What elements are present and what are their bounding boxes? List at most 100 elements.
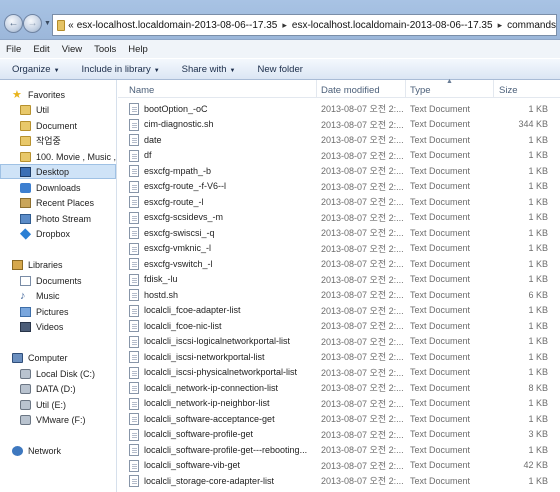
table-row[interactable]: bootOption_-oC 2013-08-07 오전 2:... Text Do… (118, 101, 560, 117)
text-document-icon (129, 351, 139, 363)
column-divider[interactable] (316, 80, 317, 98)
back-button[interactable]: ← (4, 14, 23, 33)
organize-button[interactable]: Organize ▼ (12, 64, 60, 75)
navigation-pane: ★ Favorites Util Document 작업중 100. Movie … (0, 80, 117, 492)
column-header-date[interactable]: Date modified (321, 85, 380, 96)
table-row[interactable]: localcli_network-ip-neighbor-list 2013-08… (118, 396, 560, 412)
address-bar[interactable]: « esx-localhost.localdomain-2013-08-06--… (52, 14, 557, 36)
file-name: localcli_software-profile-get---rebootin… (144, 444, 308, 455)
file-size: 1 KB (528, 305, 548, 316)
table-row[interactable]: localcli_storage-core-adapter-list 2013-0… (118, 473, 560, 489)
table-row[interactable]: esxcfg-mpath_-b 2013-08-07 오전 2:... Text D… (118, 163, 560, 179)
table-row[interactable]: esxcfg-route_-l 2013-08-07 오전 2:... Text D… (118, 194, 560, 210)
table-row[interactable]: esxcfg-vswitch_-l 2013-08-07 오전 2:... Text… (118, 256, 560, 272)
new-folder-button[interactable]: New folder (257, 64, 302, 75)
breadcrumb-separator-icon[interactable]: ▸ (496, 20, 505, 31)
breadcrumb-1[interactable]: esx-localhost.localdomain-2013-08-06--17… (77, 20, 278, 31)
file-type: Text Document (410, 119, 471, 130)
table-row[interactable]: localcli_iscsi-networkportal-list 2013-08… (118, 349, 560, 365)
file-name: esxcfg-route_-l (144, 196, 204, 207)
table-row[interactable]: date 2013-08-07 오전 2:... Text Document 1 KB (118, 132, 560, 148)
forward-button[interactable]: → (23, 14, 42, 33)
documents-icon (20, 275, 31, 286)
table-row[interactable]: cim-diagnostic.sh 2013-08-07 오전 2:... Text… (118, 117, 560, 133)
breadcrumb-3[interactable]: commands (507, 20, 556, 31)
file-date-modified: 2013-08-07 오전 2:... (321, 181, 404, 192)
column-divider[interactable] (493, 80, 494, 98)
libraries-header[interactable]: Libraries (12, 257, 128, 272)
sidebar-item-desktop[interactable]: Desktop (0, 164, 116, 179)
file-date-modified: 2013-08-07 오전 2:... (321, 336, 404, 347)
share-with-button[interactable]: Share with ▼ (182, 64, 236, 75)
table-row[interactable]: esxcfg-swiscsi_-q 2013-08-07 오전 2:... Text… (118, 225, 560, 241)
breadcrumb-separator-icon[interactable]: ▸ (280, 20, 289, 31)
file-name: esxcfg-mpath_-b (144, 165, 212, 176)
table-row[interactable]: localcli_iscsi-physicalnetworkportal-lis… (118, 365, 560, 381)
table-row[interactable]: localcli_software-vib-get 2013-08-07 오전 2… (118, 458, 560, 474)
table-row[interactable]: localcli_software-acceptance-get 2013-08-… (118, 411, 560, 427)
column-header-type[interactable]: Type (410, 85, 431, 96)
file-type: Text Document (410, 196, 471, 207)
table-row[interactable]: localcli_fcoe-nic-list 2013-08-07 오전 2:..… (118, 318, 560, 334)
file-type: Text Document (410, 289, 471, 300)
menu-bar: File Edit View Tools Help (0, 40, 560, 58)
file-name: esxcfg-route_-f-V6--l (144, 181, 227, 192)
file-name: fdisk_-lu (144, 274, 178, 285)
menu-view[interactable]: View (62, 44, 82, 55)
menu-help[interactable]: Help (128, 44, 148, 55)
table-row[interactable]: fdisk_-lu 2013-08-07 오전 2:... Text Documen… (118, 272, 560, 288)
computer-header[interactable]: Computer (12, 350, 128, 365)
menu-edit[interactable]: Edit (33, 44, 49, 55)
include-in-library-button[interactable]: Include in library ▼ (82, 64, 160, 75)
file-name: localcli_storage-core-adapter-list (144, 475, 275, 486)
table-row[interactable]: esxcfg-vmknic_-l 2013-08-07 오전 2:... Text … (118, 241, 560, 257)
command-toolbar: Organize ▼ Include in library ▼ Share with… (0, 58, 560, 80)
table-row[interactable]: esxcfg-route_-f-V6--l 2013-08-07 오전 2:...… (118, 179, 560, 195)
menu-file[interactable]: File (6, 44, 21, 55)
table-row[interactable]: localcli_network-ip-connection-list 2013-… (118, 380, 560, 396)
favorites-header[interactable]: ★ Favorites (12, 87, 128, 102)
file-size: 1 KB (528, 336, 548, 347)
file-date-modified: 2013-08-07 오전 2:... (321, 212, 404, 223)
column-header-name[interactable]: Name (129, 85, 154, 96)
file-name: localcli_software-profile-get (144, 429, 254, 440)
chevron-down-icon: ▼ (53, 67, 60, 74)
table-row[interactable]: esxcfg-scsidevs_-m 2013-08-07 오전 2:... Tex… (118, 210, 560, 226)
file-size: 1 KB (528, 320, 548, 331)
menu-tools[interactable]: Tools (94, 44, 116, 55)
table-row[interactable]: df 2013-08-07 오전 2:... Text Document 1 KB (118, 148, 560, 164)
videos-icon (20, 321, 31, 332)
column-divider[interactable] (405, 80, 406, 98)
file-size: 1 KB (528, 413, 548, 424)
table-row[interactable]: localcli_iscsi-logicalnetworkportal-list… (118, 334, 560, 350)
network-icon (12, 445, 23, 456)
address-overflow[interactable]: « (68, 20, 74, 31)
file-size: 1 KB (528, 212, 548, 223)
network-header[interactable]: Network (12, 443, 128, 458)
file-type: Text Document (410, 336, 471, 347)
file-date-modified: 2013-08-07 오전 2:... (321, 383, 404, 394)
file-date-modified: 2013-08-07 오전 2:... (321, 243, 404, 254)
file-date-modified: 2013-08-07 오전 2:... (321, 429, 404, 440)
file-type: Text Document (410, 351, 471, 362)
table-row[interactable]: hostd.sh 2013-08-07 오전 2:... Text Document… (118, 287, 560, 303)
file-type: Text Document (410, 367, 471, 378)
table-row[interactable]: localcli_software-profile-get---rebootin… (118, 442, 560, 458)
file-size: 8 KB (528, 382, 548, 393)
table-row[interactable]: localcli_software-profile-get 2013-08-07 … (118, 427, 560, 443)
text-document-icon (129, 366, 139, 379)
music-icon: ♪ (20, 289, 26, 302)
file-name: localcli_network-ip-neighbor-list (144, 398, 270, 409)
file-name: bootOption_-oC (144, 103, 208, 114)
breadcrumb-2[interactable]: esx-localhost.localdomain-2013-08-06--17… (292, 20, 493, 31)
file-name: localcli_iscsi-physicalnetworkportal-lis… (144, 367, 298, 378)
folder-icon (20, 135, 31, 146)
table-row[interactable]: localcli_fcoe-adapter-list 2013-08-07 오전 … (118, 303, 560, 319)
photo-stream-icon (20, 213, 31, 224)
column-header-size[interactable]: Size (499, 85, 517, 96)
recent-pages-dropdown[interactable]: ▼ (44, 20, 51, 27)
file-size: 1 KB (528, 196, 548, 207)
file-type: Text Document (410, 475, 471, 486)
text-document-icon (129, 382, 139, 394)
text-document-icon (129, 242, 139, 255)
